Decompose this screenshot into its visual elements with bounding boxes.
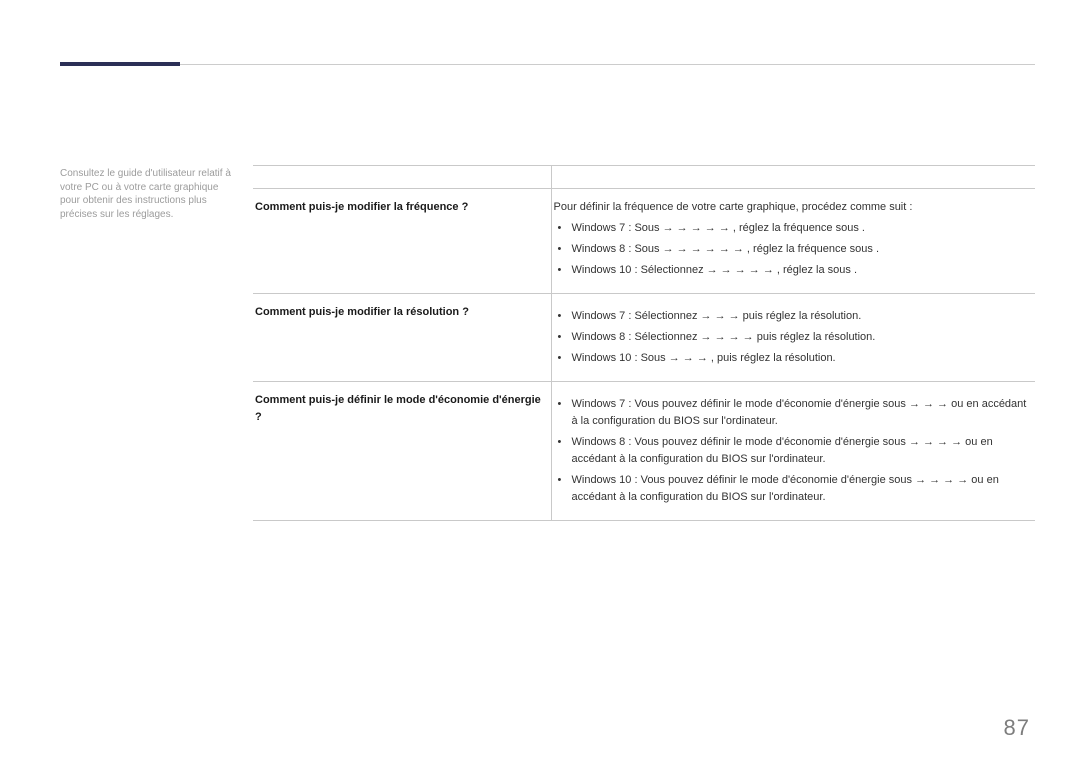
question-cell: Comment puis-je modifier la résolution ? <box>253 293 551 381</box>
list-item: Windows 8 : Sous → → → → → → , réglez la… <box>554 241 1028 258</box>
question-text: Comment puis-je modifier la fréquence ? <box>255 201 468 213</box>
list-item: Windows 8 : Vous pouvez définir le mode … <box>554 434 1028 468</box>
list-item: Windows 10 : Vous pouvez définir le mode… <box>554 472 1028 506</box>
list-item: Windows 7 : Vous pouvez définir le mode … <box>554 396 1028 430</box>
qa-table: Comment puis-je modifier la fréquence ? … <box>253 166 1035 521</box>
sidebar-note: Consultez le guide d'utilisateur relatif… <box>60 165 235 521</box>
table-row: Comment puis-je modifier la résolution ?… <box>253 293 1035 381</box>
question-text: Comment puis-je modifier la résolution ? <box>255 306 469 318</box>
question-cell: Comment puis-je définir le mode d'économ… <box>253 381 551 520</box>
accent-bar <box>60 62 180 66</box>
list-item: Windows 7 : Sous → → → → → , réglez la f… <box>554 220 1028 237</box>
answer-intro: Pour définir la fréquence de votre carte… <box>554 201 913 213</box>
question-text: Comment puis-je définir le mode d'économ… <box>255 394 541 423</box>
list-item: Windows 10 : Sélectionnez → → → → → , ré… <box>554 262 1028 279</box>
table-row: Comment puis-je modifier la fréquence ? … <box>253 188 1035 293</box>
table-row: Comment puis-je définir le mode d'économ… <box>253 381 1035 520</box>
table-header-question <box>253 166 551 188</box>
qa-table-wrap: Comment puis-je modifier la fréquence ? … <box>253 165 1035 521</box>
answer-cell: Windows 7 : Vous pouvez définir le mode … <box>551 381 1035 520</box>
sidebar-note-text: Consultez le guide d'utilisateur relatif… <box>60 168 231 220</box>
table-header-answer <box>551 166 1035 188</box>
answer-list: Windows 7 : Vous pouvez définir le mode … <box>554 396 1028 506</box>
answer-list: Windows 7 : Sous → → → → → , réglez la f… <box>554 220 1028 279</box>
page: Consultez le guide d'utilisateur relatif… <box>0 0 1080 763</box>
content-body: Consultez le guide d'utilisateur relatif… <box>60 165 1035 521</box>
answer-list: Windows 7 : Sélectionnez → → → puis régl… <box>554 308 1028 367</box>
list-item: Windows 8 : Sélectionnez → → → → puis ré… <box>554 329 1028 346</box>
answer-cell: Pour définir la fréquence de votre carte… <box>551 188 1035 293</box>
question-cell: Comment puis-je modifier la fréquence ? <box>253 188 551 293</box>
horizontal-rule <box>60 64 1035 65</box>
list-item: Windows 7 : Sélectionnez → → → puis régl… <box>554 308 1028 325</box>
answer-cell: Windows 7 : Sélectionnez → → → puis régl… <box>551 293 1035 381</box>
page-number: 87 <box>1004 715 1030 741</box>
list-item: Windows 10 : Sous → → → , puis réglez la… <box>554 350 1028 367</box>
table-header-row <box>253 166 1035 188</box>
